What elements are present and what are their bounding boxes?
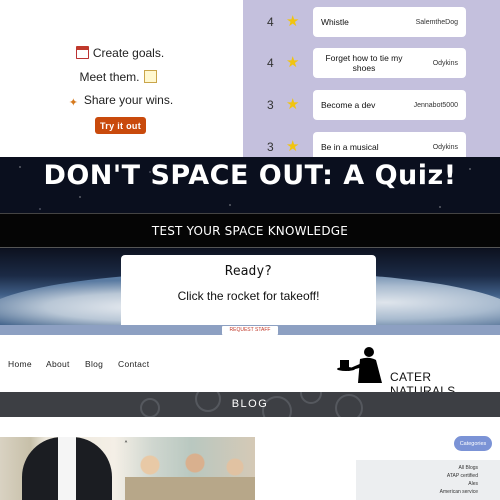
star-icon[interactable]: ★ — [286, 95, 299, 113]
calendar-icon — [75, 46, 89, 59]
diners-figure — [125, 449, 255, 500]
goal-row[interactable]: 4 ★ Whistle SalemtheDog — [243, 7, 500, 37]
try-it-out-button[interactable]: Try it out — [95, 117, 146, 134]
goal-title: Forget how to tie my shoes — [325, 53, 403, 73]
goals-list: 4 ★ Whistle SalemtheDog 4 ★ Forget how t… — [243, 0, 500, 162]
blog-banner: BLOG — [0, 392, 500, 417]
goal-count: 4 — [267, 15, 274, 29]
goal-tagline-1: Create goals. — [0, 46, 240, 60]
goal-card[interactable]: Become a dev Jennabot5000 — [313, 90, 466, 120]
goal-count: 3 — [267, 98, 274, 112]
blog-heading: BLOG — [231, 398, 269, 410]
quiz-subtitle-bar: TEST YOUR SPACE KNOWLEDGE — [0, 213, 500, 248]
nav-contact[interactable]: Contact — [118, 359, 149, 369]
goal-tagline-2: Meet them. — [0, 70, 240, 84]
goal-title: Be in a musical — [321, 142, 379, 152]
goal-tagline-3: ✦ Share your wins. — [68, 93, 174, 109]
quiz-title: DON'T SPACE OUT: A Quiz! — [43, 160, 457, 191]
goal-row[interactable]: 4 ★ Forget how to tie my shoes Odykins — [243, 48, 500, 78]
quiz-card: Ready? Click the rocket for takeoff! — [121, 255, 376, 325]
top-bar: REQUEST STAFF — [0, 325, 500, 335]
goal-count: 4 — [267, 56, 274, 70]
space-quiz-panel: DON'T SPACE OUT: A Quiz! TEST YOUR SPACE… — [0, 157, 500, 325]
party-popper-icon: ✦ — [68, 97, 78, 109]
goal-card[interactable]: Forget how to tie my shoes Odykins — [313, 48, 466, 78]
nav-about[interactable]: About — [46, 359, 70, 369]
goal-user: Odykins — [432, 59, 458, 67]
categories-button[interactable]: Categories — [454, 436, 492, 451]
nav-blog[interactable]: Blog — [85, 359, 103, 369]
rocket-instruction: Click the rocket for takeoff! — [177, 289, 320, 303]
goal-card[interactable]: Whistle SalemtheDog — [313, 7, 466, 37]
category-link[interactable]: All Blogs — [459, 465, 478, 471]
waiter-shirt — [58, 437, 76, 500]
ready-heading: Ready? — [225, 264, 272, 279]
goal-user: Jennabot5000 — [413, 101, 458, 109]
category-link[interactable]: ATAP certified — [447, 473, 478, 479]
goal-title: Whistle — [321, 17, 349, 27]
request-staff-button[interactable]: REQUEST STAFF — [222, 326, 278, 335]
category-link[interactable]: Ales — [468, 481, 478, 487]
categories-list: All Blogs ATAP certified Ales American s… — [356, 460, 500, 500]
star-icon[interactable]: ★ — [286, 137, 299, 155]
goal-row[interactable]: 3 ★ Become a dev Jennabot5000 — [243, 90, 500, 120]
chevron-up-icon[interactable]: ˄ — [121, 440, 131, 450]
waiter-logo-icon[interactable] — [336, 345, 388, 383]
goals-app-panel: Create goals. Meet them. ✦ Share your win… — [0, 0, 500, 162]
quiz-subtitle: TEST YOUR SPACE KNOWLEDGE — [151, 224, 349, 238]
cater-naturals-panel: REQUEST STAFF Home About Blog Contact CA… — [0, 325, 500, 500]
nav-home[interactable]: Home — [8, 359, 32, 369]
goal-user: Odykins — [432, 143, 458, 151]
star-icon[interactable]: ★ — [286, 53, 299, 71]
memo-icon — [143, 70, 157, 83]
category-link[interactable]: American service — [440, 489, 478, 495]
goal-user: SalemtheDog — [415, 18, 458, 26]
goal-count: 3 — [267, 140, 274, 154]
goal-title: Become a dev — [321, 100, 376, 110]
star-icon[interactable]: ★ — [286, 12, 299, 30]
